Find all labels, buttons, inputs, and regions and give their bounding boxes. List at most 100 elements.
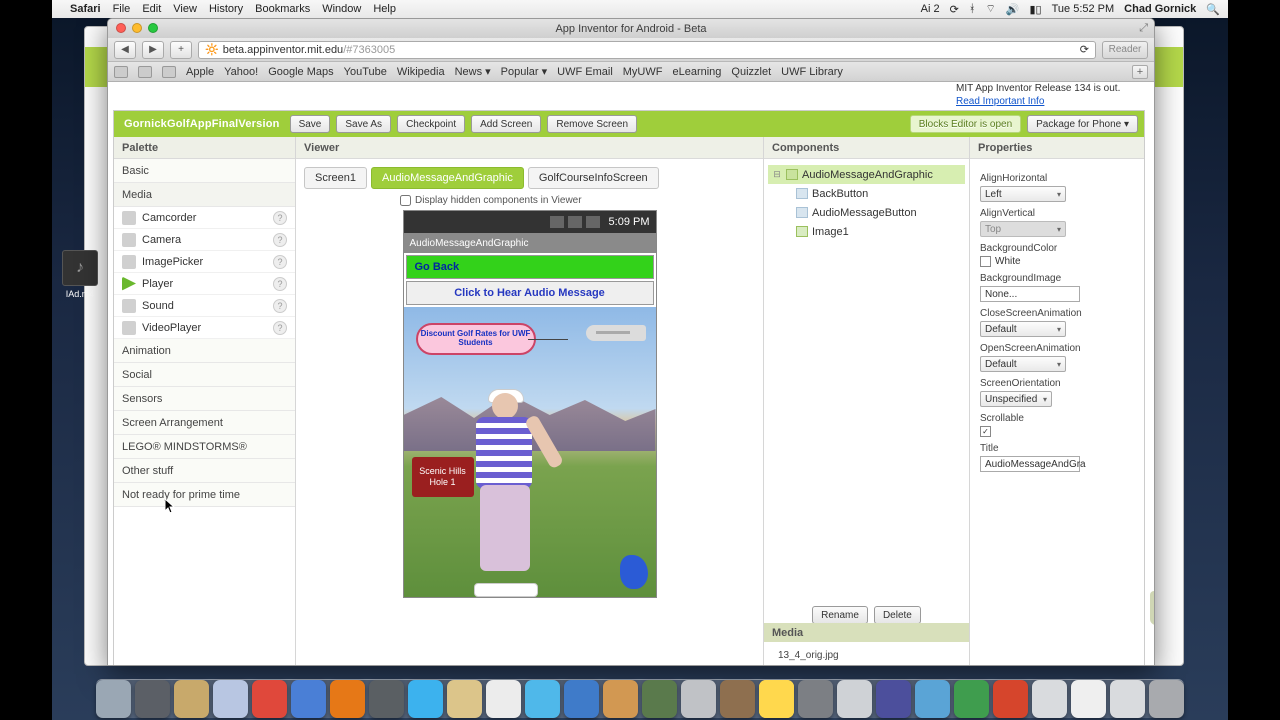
tab-golfcourseinfo[interactable]: GolfCourseInfoScreen (528, 167, 659, 189)
palette-item[interactable]: Camera? (114, 229, 295, 251)
menu-edit[interactable]: Edit (142, 3, 161, 15)
menu-window[interactable]: Window (322, 3, 361, 15)
bookmark-item[interactable]: Apple (186, 66, 214, 78)
menu-history[interactable]: History (209, 3, 243, 15)
bookmark-item[interactable]: Google Maps (268, 66, 333, 78)
palette-cat[interactable]: Animation (114, 339, 295, 363)
rename-button[interactable]: Rename (812, 606, 868, 624)
dock-app-icon[interactable] (603, 680, 638, 718)
dock-app-icon[interactable] (135, 680, 170, 718)
help-icon[interactable]: ? (273, 277, 287, 291)
bookmark-item[interactable]: YouTube (344, 66, 387, 78)
dock-app-icon[interactable] (915, 680, 950, 718)
bookmark-item[interactable]: News ▾ (455, 65, 491, 78)
menubar-volume-icon[interactable]: 🔊 (1006, 3, 1020, 16)
bookmark-item[interactable]: eLearning (672, 66, 721, 78)
dock-app-icon[interactable] (564, 680, 599, 718)
desktop-file[interactable]: ♪ IAd.m4 (60, 250, 100, 299)
dock-app-icon[interactable] (96, 680, 131, 718)
package-phone-button[interactable]: Package for Phone ▾ (1027, 115, 1138, 133)
menu-help[interactable]: Help (373, 3, 396, 15)
save-button[interactable]: Save (290, 115, 331, 133)
menu-bookmarks[interactable]: Bookmarks (255, 3, 310, 15)
dock-app-icon[interactable] (486, 680, 521, 718)
trash-icon[interactable] (1150, 591, 1154, 625)
zoom-window-button[interactable] (148, 23, 158, 33)
screenorientation-select[interactable]: Unspecified▾ (980, 391, 1052, 407)
dock-app-icon[interactable] (525, 680, 560, 718)
checkpoint-button[interactable]: Checkpoint (397, 115, 465, 133)
dock-app-icon[interactable] (954, 680, 989, 718)
tab-audiomessage[interactable]: AudioMessageAndGraphic (371, 167, 524, 189)
dock-app-icon[interactable] (993, 680, 1028, 718)
palette-cat[interactable]: Not ready for prime time (114, 483, 295, 507)
palette-cat[interactable]: LEGO® MINDSTORMS® (114, 435, 295, 459)
help-icon[interactable]: ? (273, 211, 287, 225)
tree-item[interactable]: Image1 (768, 222, 965, 241)
golf-image[interactable]: Discount Golf Rates for UWF Students Sce… (404, 307, 656, 597)
palette-item[interactable]: Camcorder? (114, 207, 295, 229)
release-link[interactable]: Read Important Info (956, 96, 1044, 107)
dock-app-icon[interactable] (876, 680, 911, 718)
closescreenanimation-select[interactable]: Default▾ (980, 321, 1066, 337)
tree-root[interactable]: ⊟AudioMessageAndGraphic (768, 165, 965, 184)
url-field[interactable]: 🔆 beta.appinventor.mit.edu/#7363005 ⟳ (198, 41, 1096, 59)
dock-app-icon[interactable] (174, 680, 209, 718)
bookmark-item[interactable]: Popular ▾ (501, 65, 548, 78)
media-item[interactable]: GolfAd.m4a (778, 664, 955, 666)
display-hidden-checkbox[interactable]: Display hidden components in Viewer (400, 195, 763, 206)
menu-view[interactable]: View (173, 3, 197, 15)
tree-item[interactable]: AudioMessageButton (768, 203, 965, 222)
bookmark-item[interactable]: Quizzlet (731, 66, 771, 78)
menubar-battery-icon[interactable]: ▮▯ (1029, 3, 1041, 16)
collapse-icon[interactable]: ⊟ (772, 170, 782, 180)
fullscreen-icon[interactable]: ⤢ (1139, 22, 1148, 35)
bookmark-item[interactable]: Wikipedia (397, 66, 445, 78)
dock-app-icon[interactable] (252, 680, 287, 718)
forward-button[interactable]: ▶ (142, 41, 164, 59)
blocks-editor-button[interactable]: Blocks Editor is open (910, 115, 1021, 133)
palette-cat[interactable]: Other stuff (114, 459, 295, 483)
spotlight-icon[interactable]: 🔍 (1206, 3, 1220, 16)
dock-app-icon[interactable] (1149, 680, 1184, 718)
add-screen-button[interactable]: Add Screen (471, 115, 541, 133)
dock-app-icon[interactable] (720, 680, 755, 718)
window-titlebar[interactable]: App Inventor for Android - Beta ⤢ (108, 19, 1154, 38)
close-window-button[interactable] (116, 23, 126, 33)
dock-app-icon[interactable] (291, 680, 326, 718)
dock-app-icon[interactable] (447, 680, 482, 718)
tab-screen1[interactable]: Screen1 (304, 167, 367, 189)
palette-cat-media[interactable]: Media (114, 183, 295, 207)
backgroundimage-input[interactable]: None... (980, 286, 1080, 302)
openscreenanimation-select[interactable]: Default▾ (980, 356, 1066, 372)
palette-cat[interactable]: Social (114, 363, 295, 387)
help-icon[interactable]: ? (273, 321, 287, 335)
minimize-window-button[interactable] (132, 23, 142, 33)
dock-app-icon[interactable] (1071, 680, 1106, 718)
dock-app-icon[interactable] (798, 680, 833, 718)
dock-app-icon[interactable] (642, 680, 677, 718)
remove-screen-button[interactable]: Remove Screen (547, 115, 637, 133)
dock-app-icon[interactable] (408, 680, 443, 718)
help-icon[interactable]: ? (273, 233, 287, 247)
dock-app-icon[interactable] (837, 680, 872, 718)
reader-button[interactable]: Reader (1102, 41, 1148, 59)
dock-app-icon[interactable] (213, 680, 248, 718)
bookmark-item[interactable]: UWF Library (781, 66, 843, 78)
dock-app-icon[interactable] (1032, 680, 1067, 718)
reload-icon[interactable]: ⟳ (1080, 43, 1089, 56)
goback-button[interactable]: Go Back (406, 255, 654, 279)
palette-item[interactable]: Sound? (114, 295, 295, 317)
palette-cat[interactable]: Sensors (114, 387, 295, 411)
dock-app-icon[interactable] (330, 680, 365, 718)
menubar-adobe-icon[interactable]: Ai 2 (921, 3, 940, 15)
readinglist-icon[interactable] (162, 66, 176, 78)
topsites-icon[interactable] (138, 66, 152, 78)
menubar-wifi-icon[interactable]: ⌔ (985, 2, 995, 16)
add-tab-button[interactable]: + (1132, 65, 1148, 79)
dock-app-icon[interactable] (681, 680, 716, 718)
palette-item[interactable]: ImagePicker? (114, 251, 295, 273)
save-as-button[interactable]: Save As (336, 115, 391, 133)
menubar-app-name[interactable]: Safari (70, 3, 101, 15)
menubar-sync-icon[interactable]: ⟳ (950, 3, 959, 16)
